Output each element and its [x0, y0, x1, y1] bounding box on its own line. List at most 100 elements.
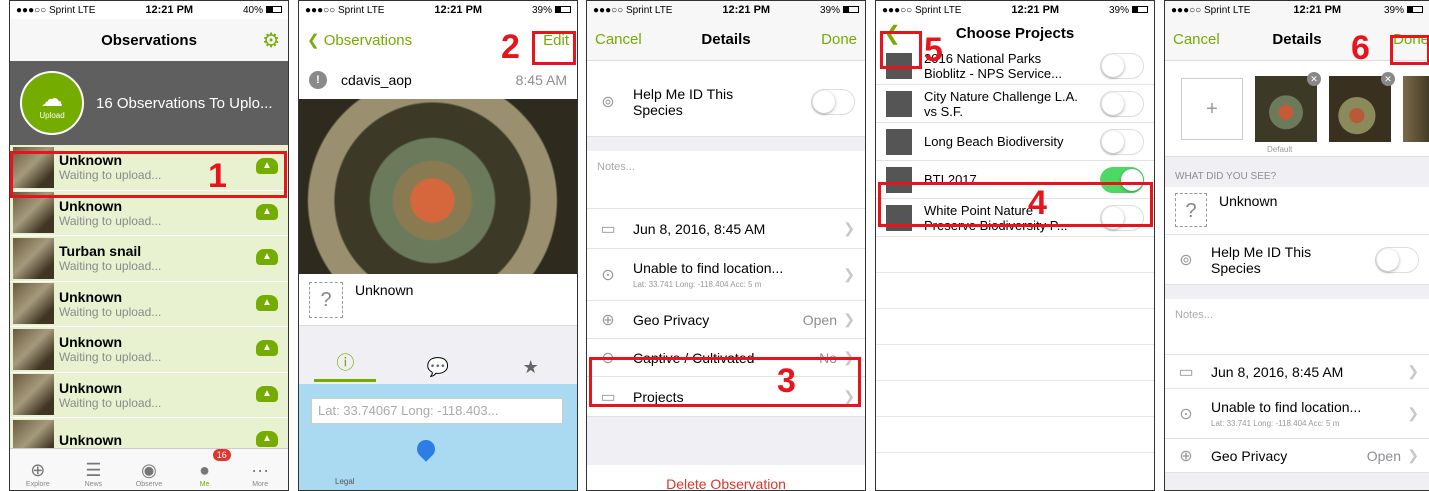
tab-explore[interactable]: ⊕ Explore — [10, 449, 66, 490]
notes-field[interactable]: Notes... — [1165, 299, 1429, 355]
cloud-upload-icon[interactable]: ▲ — [256, 340, 278, 356]
screen-details: ●●●○○ Sprint LTE 12:21 PM 39% Cancel Det… — [586, 0, 866, 491]
photo-thumbnail[interactable]: ✕ — [1329, 71, 1395, 142]
observation-row[interactable]: Unknown Waiting to upload... ▲ — [10, 281, 288, 327]
cloud-upload-icon[interactable]: ▲ — [256, 385, 278, 402]
upload-banner[interactable]: ☁ Upload 16 Observations To Uplo... — [10, 61, 288, 145]
observation-row[interactable]: Unknown Waiting to upload... ▲ — [10, 327, 288, 373]
cloud-upload-icon[interactable]: ▲ — [256, 158, 278, 174]
cloud-upload-icon[interactable]: ▲ — [256, 431, 278, 447]
date-row[interactable]: ▭ Jun 8, 2016, 8:45 AM ❯ — [587, 209, 865, 249]
star-tab-icon[interactable]: ★ — [500, 357, 562, 382]
default-label: Default — [1267, 144, 1293, 154]
step-number-4: 4 — [1028, 184, 1047, 222]
observation-row[interactable]: Unknown Waiting to upload... ▲ — [10, 190, 288, 236]
taxon-row[interactable]: ? Unknown — [1165, 187, 1429, 235]
more-icon: ··· — [251, 460, 270, 480]
info-tab-icon[interactable]: ⓘ — [314, 349, 377, 382]
notes-field[interactable]: Notes... — [587, 151, 865, 209]
observation-name: Unknown — [59, 334, 122, 351]
globe-icon: ⊕ — [30, 460, 46, 480]
battery-percent: 39% — [1108, 4, 1129, 16]
edit-button[interactable]: Edit — [543, 32, 569, 49]
project-toggle[interactable] — [1100, 166, 1144, 193]
taxon-name: Unknown — [1219, 193, 1278, 209]
help-toggle[interactable] — [1375, 246, 1419, 273]
avatar: ! — [309, 71, 327, 89]
location-row[interactable]: ⊙ Unable to find location... Lat: 33.741 … — [1165, 389, 1429, 439]
upload-button[interactable]: ☁ Upload — [20, 71, 84, 135]
chevron-right-icon: ❯ — [843, 220, 855, 236]
news-icon: ☰ — [85, 460, 102, 480]
remove-photo-icon[interactable]: ✕ — [1307, 71, 1321, 86]
project-list: 2016 National Parks Bioblitz - NPS Servi… — [876, 47, 1154, 237]
project-logo-icon — [886, 52, 912, 79]
observation-row[interactable]: Unknown Waiting to upload... ▲ — [10, 145, 288, 191]
location-coordinates: Lat: 33.741 Long: -118.404 Acc: 5 m — [633, 280, 762, 289]
legal-link[interactable]: Legal — [335, 477, 355, 486]
projects-row[interactable]: ▭ Projects ❯ — [587, 377, 865, 417]
observation-photo[interactable] — [299, 99, 577, 274]
geo-privacy-row[interactable]: ⊕ Geo Privacy Open ❯ — [587, 301, 865, 339]
captive-row[interactable]: ⊖ Captive / Cultivated No ❯ — [587, 339, 865, 377]
location-row[interactable]: ⊙ Unable to find location... Lat: 33.741 … — [587, 249, 865, 301]
lifebuoy-icon: ⊚ — [1179, 251, 1193, 269]
project-toggle[interactable] — [1100, 204, 1144, 231]
date-row[interactable]: ▭ Jun 8, 2016, 8:45 AM ❯ — [1165, 355, 1429, 389]
taxon-row[interactable]: ? Unknown — [299, 274, 577, 326]
back-button[interactable]: ❮ Observations — [307, 31, 412, 49]
tab-more[interactable]: ··· More — [232, 449, 288, 490]
tab-news[interactable]: ☰ News — [66, 449, 122, 490]
project-toggle[interactable] — [1100, 90, 1144, 117]
location-pin-icon: ⊙ — [601, 266, 615, 284]
battery-percent: 39% — [819, 4, 840, 16]
upload-label: Upload — [39, 110, 65, 120]
project-toggle[interactable] — [1100, 128, 1144, 155]
cloud-upload-icon[interactable]: ▲ — [256, 249, 278, 265]
project-row: Long Beach Biodiversity — [876, 123, 1154, 161]
date-value: Jun 8, 2016, 8:45 AM — [633, 220, 766, 237]
tab-me[interactable]: ● Me 16 — [177, 449, 233, 490]
page-title: Observations — [101, 31, 197, 49]
observer-row[interactable]: ! cdavis_aop 8:45 AM — [299, 61, 577, 99]
screen-choose-projects: ●●●○○ Sprint LTE 12:21 PM 39% ❮ Choose P… — [875, 0, 1155, 491]
back-chevron-icon[interactable]: ❮ — [884, 21, 901, 46]
delete-observation-button[interactable]: Delete Observation — [587, 465, 865, 490]
project-toggle[interactable] — [1100, 52, 1144, 79]
observation-name: Unknown — [59, 152, 122, 169]
comment-tab-icon[interactable]: 💬 — [407, 357, 469, 382]
observation-status: Waiting to upload... — [59, 168, 162, 183]
observation-thumbnail — [13, 146, 54, 188]
cloud-upload-icon[interactable]: ▲ — [256, 294, 278, 311]
chevron-right-icon: ❯ — [843, 349, 855, 365]
observation-row[interactable]: Turban snail Waiting to upload... ▲ — [10, 236, 288, 282]
gear-icon[interactable]: ⚙ — [262, 28, 280, 53]
screen-observations: ●●●○○ Sprint LTE 12:21 PM 40% Observatio… — [9, 0, 289, 491]
tab-observe[interactable]: ◉ Observe — [121, 449, 177, 490]
cloud-upload-icon[interactable]: ▲ — [256, 203, 278, 220]
done-button[interactable]: Done — [1393, 31, 1429, 48]
cancel-button[interactable]: Cancel — [1173, 31, 1220, 48]
chevron-right-icon: ❯ — [843, 311, 855, 327]
location-map[interactable]: Lat: 33.74067 Long: -118.403... Legal — [299, 384, 577, 490]
remove-photo-icon[interactable]: ✕ — [1381, 71, 1395, 86]
cancel-button[interactable]: Cancel — [595, 31, 642, 48]
battery-percent: 39% — [1383, 4, 1404, 16]
photo-thumbnail[interactable]: ✕ Default — [1255, 71, 1321, 154]
back-label: Observations — [323, 32, 413, 49]
step-number-5: 5 — [924, 31, 943, 69]
add-photo-button[interactable]: + — [1181, 77, 1243, 140]
help-toggle[interactable] — [811, 88, 855, 115]
geo-privacy-row[interactable]: ⊕ Geo Privacy Open ❯ — [1165, 439, 1429, 473]
project-row: 2016 National Parks Bioblitz - NPS Servi… — [876, 47, 1154, 85]
done-button[interactable]: Done — [821, 31, 857, 48]
upload-count-text: 16 Observations To Uplo... — [96, 94, 273, 112]
observation-thumbnail — [13, 374, 54, 416]
observation-name: Unknown — [59, 432, 122, 449]
me-badge: 16 — [212, 449, 231, 461]
observation-row[interactable]: Unknown Waiting to upload... ▲ — [10, 372, 288, 418]
photo-thumbnail[interactable] — [1403, 75, 1429, 142]
